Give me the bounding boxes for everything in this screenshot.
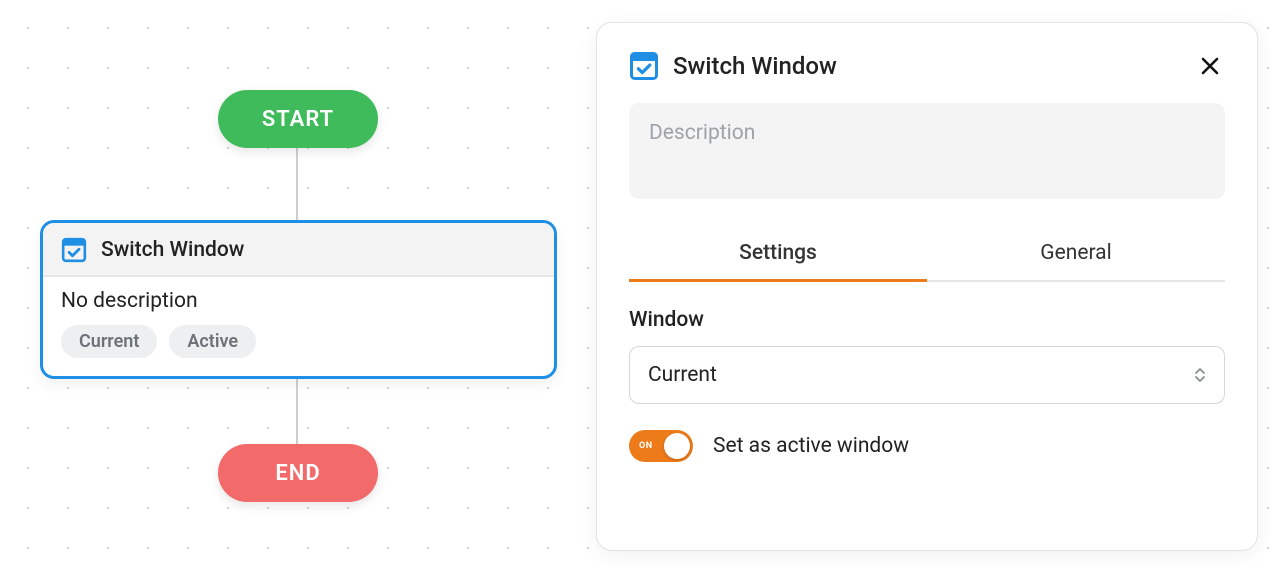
panel-title: Switch Window bbox=[673, 52, 837, 80]
node-tag: Current bbox=[61, 325, 157, 358]
node-body: No description Current Active bbox=[43, 277, 554, 376]
toggle-state-label: ON bbox=[639, 441, 653, 451]
end-node[interactable]: END bbox=[218, 444, 378, 502]
node-tag: Active bbox=[169, 325, 256, 358]
toggle-knob bbox=[664, 433, 690, 459]
flow-canvas[interactable]: START Switch Window No description Curre… bbox=[0, 0, 600, 580]
node-header: Switch Window bbox=[43, 223, 554, 277]
end-node-label: END bbox=[275, 461, 320, 486]
flow-node-switch-window[interactable]: Switch Window No description Current Act… bbox=[40, 220, 557, 379]
active-window-toggle[interactable]: ON bbox=[629, 430, 693, 462]
tab-general[interactable]: General bbox=[927, 227, 1225, 282]
window-icon bbox=[61, 237, 87, 263]
node-title: Switch Window bbox=[101, 238, 244, 262]
close-icon bbox=[1200, 56, 1220, 76]
properties-panel: Switch Window Settings General Window Cu… bbox=[596, 22, 1258, 551]
node-description: No description bbox=[61, 289, 536, 313]
node-tags: Current Active bbox=[61, 325, 536, 358]
window-select[interactable]: Current bbox=[629, 346, 1225, 404]
panel-tabs: Settings General bbox=[629, 227, 1225, 282]
flow-connector bbox=[296, 148, 298, 220]
tab-settings[interactable]: Settings bbox=[629, 227, 927, 282]
start-node[interactable]: START bbox=[218, 90, 378, 148]
close-button[interactable] bbox=[1195, 51, 1225, 81]
start-node-label: START bbox=[262, 107, 334, 132]
flow-connector bbox=[296, 370, 298, 446]
active-window-toggle-row: ON Set as active window bbox=[629, 430, 1225, 462]
chevron-updown-icon bbox=[1194, 367, 1206, 383]
active-window-toggle-label: Set as active window bbox=[713, 434, 909, 458]
window-select-value: Current bbox=[648, 363, 717, 387]
window-field-label: Window bbox=[629, 308, 1225, 332]
description-input[interactable] bbox=[629, 103, 1225, 199]
window-icon bbox=[629, 51, 659, 81]
panel-header: Switch Window bbox=[629, 51, 1225, 81]
